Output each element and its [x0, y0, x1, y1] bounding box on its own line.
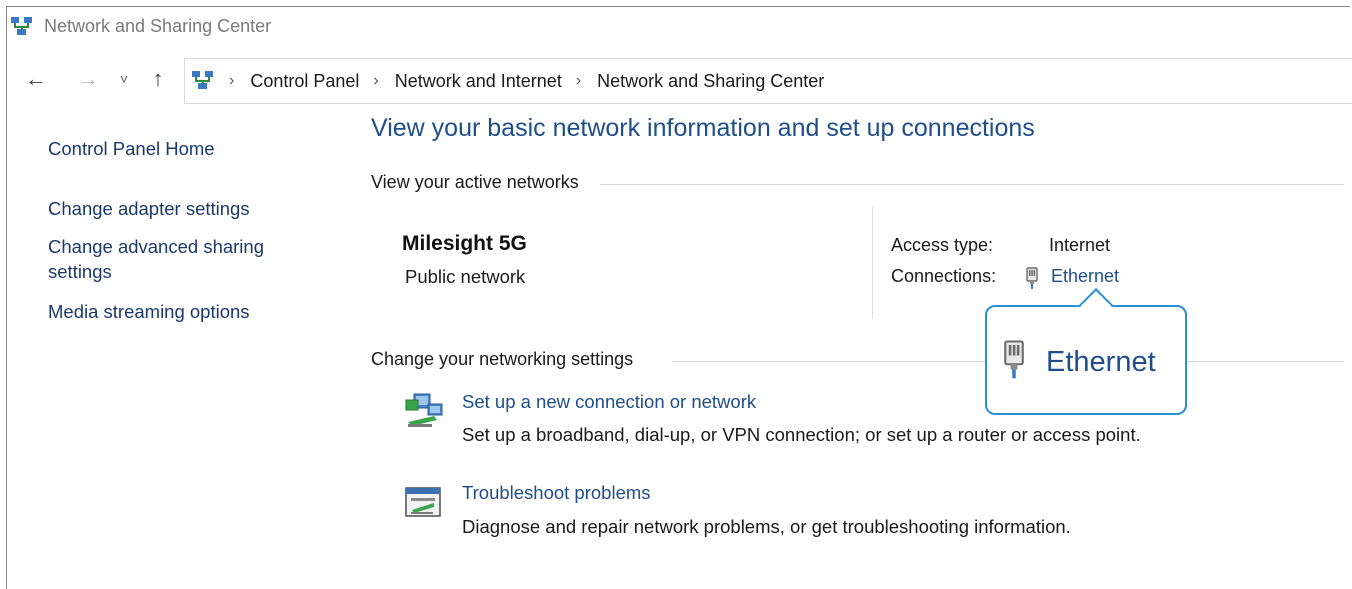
breadcrumb-network-and-internet[interactable]: Network and Internet [395, 71, 562, 92]
network-name: Milesight 5G [402, 232, 527, 255]
breadcrumb-network-sharing-center[interactable]: Network and Sharing Center [597, 71, 824, 92]
vertical-divider [872, 207, 873, 319]
ethernet-connection-link[interactable]: Ethernet [1051, 266, 1119, 287]
window-title: Network and Sharing Center [44, 16, 272, 36]
change-settings-label: Change your networking settings [371, 349, 644, 370]
sidebar-item-control-panel-home[interactable]: Control Panel Home [48, 136, 215, 161]
title-bar: Network and Sharing Center [6, 6, 1350, 50]
chevron-down-icon[interactable]: ˅ [114, 64, 134, 94]
access-type-value: Internet [1049, 235, 1111, 255]
arrow-left-icon[interactable]: ← [20, 64, 52, 94]
active-networks-label: View your active networks [371, 172, 589, 193]
callout-label: Ethernet [1046, 346, 1156, 378]
access-type-label: Access type: [891, 235, 994, 255]
section-divider [600, 184, 1344, 185]
arrow-up-icon[interactable]: ↑ [144, 64, 172, 94]
sidebar-item-change-advanced-sharing-settings[interactable]: Change advanced sharing settings [48, 234, 308, 284]
breadcrumb-separator[interactable]: › [373, 72, 378, 90]
breadcrumb-separator[interactable]: › [576, 72, 581, 90]
setup-new-connection-description: Set up a broadband, dial-up, or VPN conn… [462, 424, 1141, 445]
address-bar[interactable]: › Control Panel › Network and Internet ›… [184, 58, 1352, 104]
network-type[interactable]: Public network [405, 266, 525, 288]
ethernet-cable-icon [1000, 337, 1028, 386]
connections-label: Connections: [891, 266, 997, 286]
ethernet-cable-icon[interactable] [1024, 266, 1040, 295]
navigation-bar: ← → ˅ ↑ › Control Panel › Network and In… [6, 54, 1352, 106]
new-connection-icon [404, 390, 446, 437]
arrow-right-icon[interactable]: → [72, 64, 104, 94]
page-title: View your basic network information and … [371, 114, 1035, 142]
troubleshoot-problems-link[interactable]: Troubleshoot problems [462, 482, 651, 504]
network-center-icon [10, 16, 34, 43]
sidebar-item-media-streaming-options[interactable]: Media streaming options [48, 299, 250, 324]
setup-new-connection-link[interactable]: Set up a new connection or network [462, 391, 756, 413]
breadcrumb-control-panel[interactable]: Control Panel [250, 71, 359, 92]
troubleshoot-problems-description: Diagnose and repair network problems, or… [462, 516, 1071, 537]
sidebar-item-change-adapter-settings[interactable]: Change adapter settings [48, 196, 250, 221]
breadcrumb-separator: › [229, 72, 235, 89]
network-center-icon [191, 70, 215, 92]
troubleshoot-icon [404, 486, 442, 525]
